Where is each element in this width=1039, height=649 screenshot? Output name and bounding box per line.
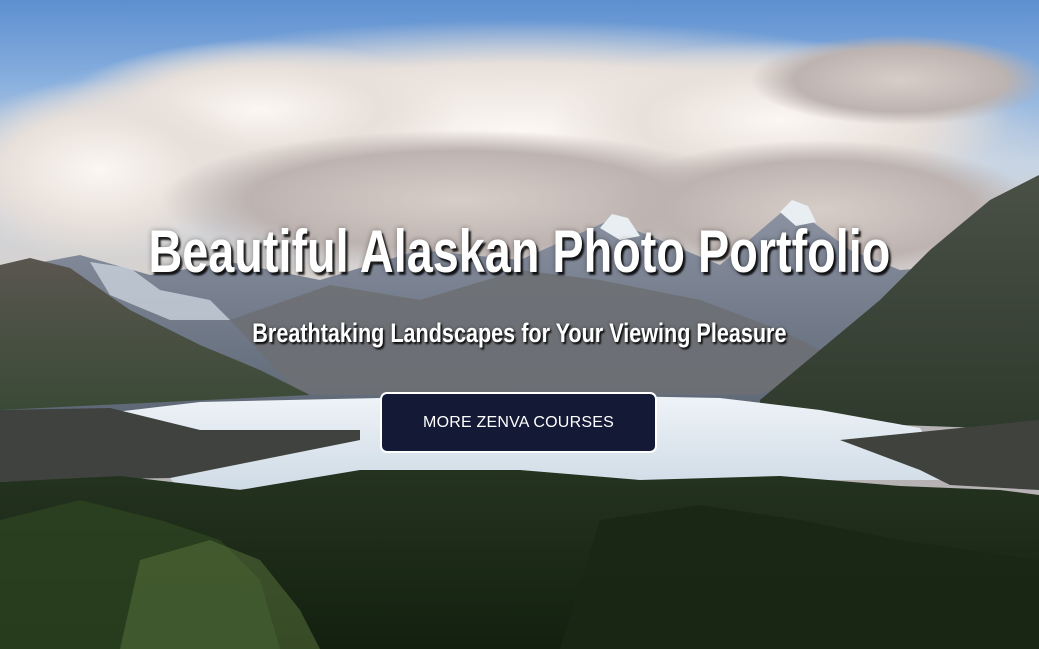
hero-content: Beautiful Alaskan Photo Portfolio Breath… (0, 0, 1039, 649)
more-courses-button[interactable]: MORE ZENVA COURSES (380, 392, 657, 453)
page-subtitle: Breathtaking Landscapes for Your Viewing… (252, 318, 787, 348)
hero-section: Beautiful Alaskan Photo Portfolio Breath… (0, 0, 1039, 649)
page-title: Beautiful Alaskan Photo Portfolio (148, 218, 891, 285)
